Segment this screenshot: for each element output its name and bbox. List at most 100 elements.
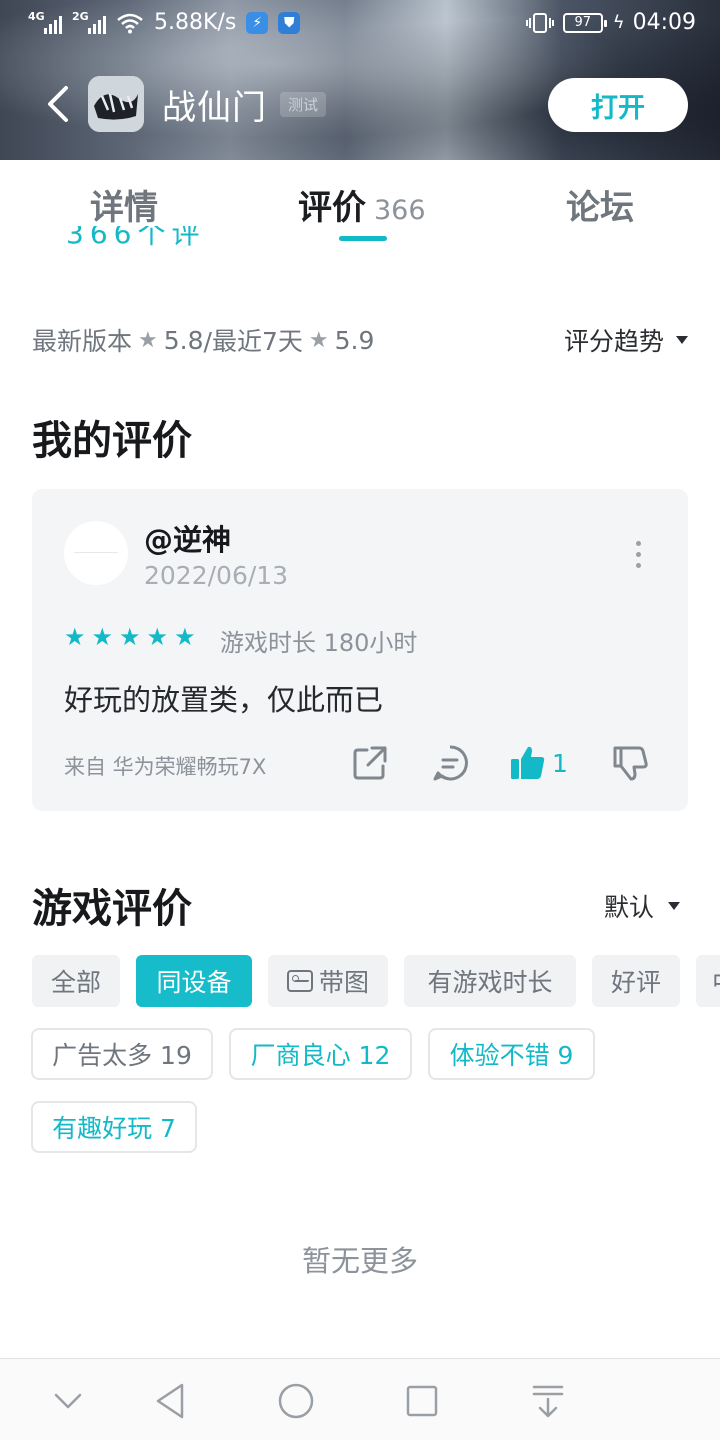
status-bar: 4G 2G 5.88K/s ⚡ ⛊ 97 ϟ 04:09 [0, 0, 720, 48]
latest-score: 5.8 [163, 325, 204, 355]
latest-version-label: 最新版本 [32, 327, 133, 356]
star-icon: ★ [119, 623, 141, 651]
filter-neutral[interactable]: 中 [696, 955, 720, 1007]
signal-2g-icon: 2G [72, 10, 106, 34]
tab-indicator [339, 236, 387, 241]
charging-icon: ϟ [612, 12, 625, 33]
star-icon: ★ [146, 623, 169, 651]
vibrate-icon [525, 12, 554, 33]
network-speed: 5.88K/s [154, 10, 237, 35]
filter-label: 中 [712, 963, 720, 999]
tab-forum[interactable]: 论坛 [566, 180, 634, 229]
review-count: 366 [374, 195, 426, 226]
trend-label: 评分趋势 [563, 327, 664, 356]
thumbs-down-icon [613, 746, 648, 781]
like-button[interactable] [508, 743, 548, 783]
open-button[interactable]: 打开 [548, 78, 688, 132]
pull-down-icon [532, 1385, 564, 1418]
sort-dropdown[interactable]: 默认 [604, 888, 680, 924]
keyword-tag[interactable]: 厂商良心 12 [229, 1028, 412, 1080]
filter-all[interactable]: 全部 [32, 955, 120, 1007]
app-icon [88, 76, 144, 132]
dislike-button[interactable] [610, 743, 650, 783]
tab-label: 详情 [90, 188, 158, 228]
nav-home-button[interactable] [274, 1379, 318, 1423]
keyword-label: 厂商良心 12 [250, 1041, 391, 1070]
more-vertical-icon [628, 541, 648, 568]
filter-with-playtime[interactable]: 有游戏时长 [404, 955, 576, 1007]
more-button[interactable] [628, 541, 648, 571]
filter-label: 好评 [610, 968, 661, 997]
filter-label: 同设备 [156, 968, 232, 997]
star-icon: ★ [64, 623, 86, 651]
keyword-label: 有趣好玩 7 [52, 1114, 176, 1143]
filter-positive[interactable]: 好评 [592, 955, 680, 1007]
battery-level: 97 [574, 15, 591, 30]
clock: 04:09 [632, 10, 696, 35]
nav-hide-button[interactable] [46, 1379, 90, 1423]
app-page: 4G 2G 5.88K/s ⚡ ⛊ 97 ϟ 04:09 战仙门 测试 打开 详… [0, 0, 720, 1440]
keyword-label: 广告太多 19 [52, 1041, 192, 1070]
back-button[interactable] [40, 80, 80, 128]
filter-same-device[interactable]: 同设备 [136, 955, 252, 1007]
device-label: 来自 华为荣耀畅玩7X [64, 755, 267, 779]
nav-notification-button[interactable] [526, 1379, 570, 1423]
keyword-tag[interactable]: 体验不错 9 [428, 1028, 595, 1080]
keyword-tag[interactable]: 广告太多 19 [31, 1028, 213, 1080]
review-date: 2022/06/13 [144, 561, 289, 590]
triangle-back-icon [156, 1383, 184, 1419]
no-more-label: 暂无更多 [301, 1244, 418, 1278]
circle-home-icon [278, 1383, 314, 1419]
recent-label: /最近7天 [203, 327, 303, 356]
keyword-tag[interactable]: 有趣好玩 7 [31, 1101, 197, 1153]
app-bar: 战仙门 测试 打开 [0, 74, 720, 136]
filter-label: 带图 [318, 968, 369, 997]
signal-4g-icon: 4G [28, 10, 62, 34]
wifi-icon [117, 13, 143, 33]
tab-details[interactable]: 详情 [90, 180, 158, 229]
chevron-down-icon [54, 1393, 82, 1409]
star-icon: ★ [174, 623, 196, 651]
avatar[interactable] [64, 521, 128, 585]
caret-down-icon [668, 902, 680, 910]
test-badge: 测试 [280, 92, 327, 117]
username[interactable]: @逆神 [144, 517, 231, 559]
tab-label: 评价 [298, 188, 366, 228]
system-nav-bar [0, 1358, 720, 1440]
share-icon [353, 746, 387, 780]
shield-icon: ⛊ [278, 11, 301, 34]
nav-recents-button[interactable] [400, 1379, 444, 1423]
star-icon: ★ [138, 327, 158, 353]
game-reviews-title: 游戏评价 [32, 886, 192, 932]
filter-label: 有游戏时长 [427, 968, 553, 997]
star-icon: ★ [308, 327, 329, 353]
review-text: 好玩的放置类，仅此而已 [64, 683, 384, 717]
battery-icon: 97 [562, 12, 607, 33]
nav-back-button[interactable] [150, 1379, 194, 1423]
rating-summary: 最新版本 ★ 5.8 /最近7天 ★ 5.9 评分趋势 [32, 322, 688, 358]
comment-button[interactable] [430, 743, 470, 783]
app-name: 战仙门 [162, 88, 267, 128]
share-button[interactable] [350, 743, 390, 783]
like-count: 1 [552, 749, 568, 778]
tab-label: 论坛 [566, 188, 634, 228]
lightning-icon: ⚡ [246, 11, 269, 34]
filter-with-image[interactable]: 带图 [268, 955, 388, 1007]
star-rating: ★ ★ ★ ★ ★ [64, 623, 196, 651]
rating-trend-dropdown[interactable]: 评分趋势 [564, 322, 688, 358]
my-review-title: 我的评价 [32, 418, 192, 464]
filter-chips: 全部 同设备 带图 有游戏时长 好评 中 [32, 955, 720, 1007]
my-review-card: @逆神 2022/06/13 ★ ★ ★ ★ ★ 游戏时长 180小时 好玩的放… [32, 489, 688, 811]
recent-score: 5.9 [334, 325, 375, 355]
chevron-left-icon [48, 86, 68, 122]
square-recents-icon [406, 1385, 438, 1417]
sort-label: 默认 [603, 893, 654, 922]
star-icon: ★ [91, 623, 114, 651]
playtime: 游戏时长 180小时 [220, 629, 418, 657]
tab-reviews[interactable]: 评价 366 [298, 180, 426, 229]
filter-label: 全部 [50, 968, 101, 997]
keyword-label: 体验不错 9 [449, 1041, 574, 1070]
image-icon [286, 970, 313, 992]
caret-down-icon [676, 336, 688, 344]
thumbs-up-icon [511, 746, 545, 779]
